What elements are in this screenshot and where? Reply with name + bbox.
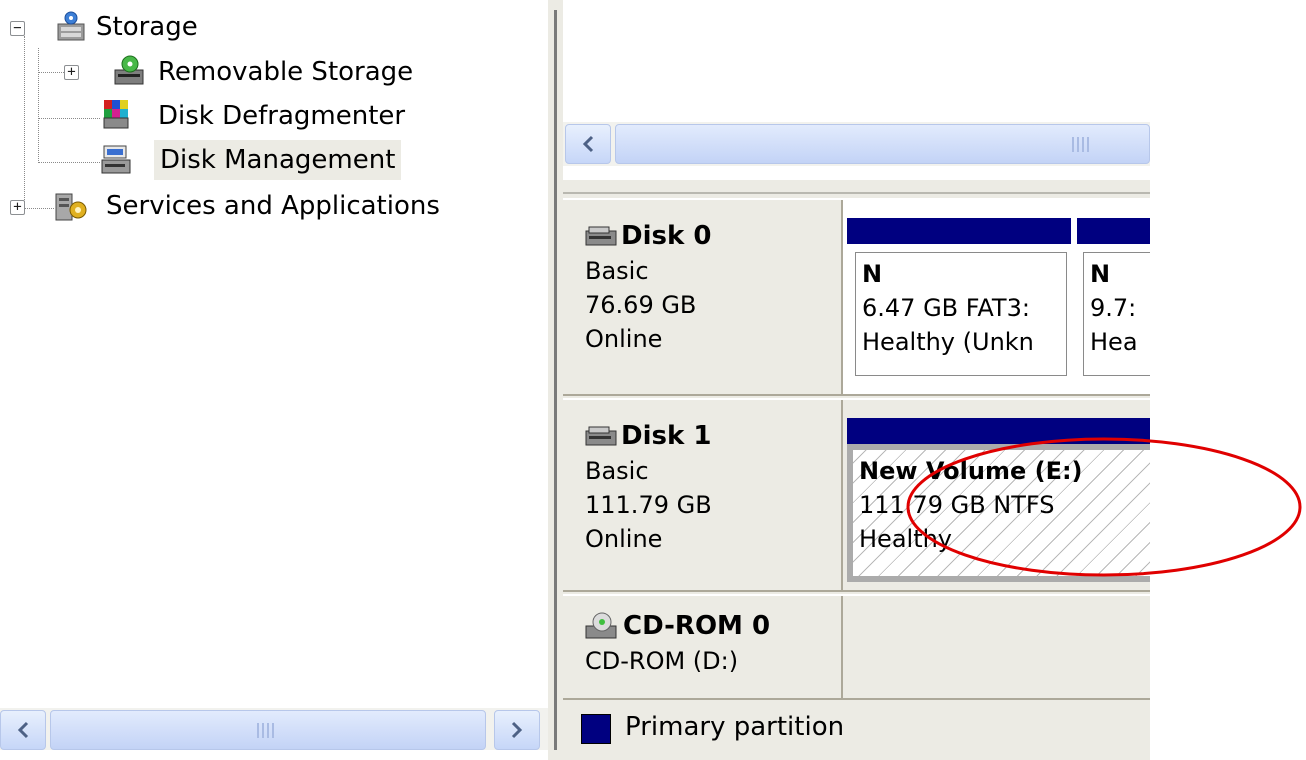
legend-label: Primary partition bbox=[625, 712, 845, 742]
partition-block-new-volume[interactable]: New Volume (E:) 111.79 GB NTFS Healthy bbox=[847, 444, 1150, 582]
partition-status: Hea bbox=[1090, 328, 1138, 356]
partition-bar bbox=[847, 218, 1071, 244]
storage-icon bbox=[57, 11, 85, 41]
chevron-left-icon bbox=[17, 721, 29, 739]
partition-label: New Volume (E:) bbox=[859, 457, 1083, 485]
partition-area bbox=[843, 596, 1150, 698]
partition-area: New Volume (E:) 111.79 GB NTFS Healthy bbox=[843, 400, 1150, 590]
disk-status: Online bbox=[585, 525, 663, 553]
defragmenter-icon bbox=[103, 100, 129, 129]
tree-scroll-right-button[interactable] bbox=[494, 710, 540, 750]
disk-info[interactable]: CD-ROM 0 CD-ROM (D:) bbox=[563, 596, 843, 698]
disk-size: 76.69 GB bbox=[585, 291, 697, 319]
tree-item-services-and-applications[interactable]: Services and Applications bbox=[100, 186, 446, 226]
disk-info[interactable]: Disk 1 Basic 111.79 GB Online bbox=[563, 400, 843, 590]
partition-size: 6.47 GB FAT3: bbox=[862, 294, 1030, 322]
partition-status: Healthy bbox=[859, 525, 953, 553]
partition-status: Healthy (Unkn bbox=[862, 328, 1034, 356]
legend: Primary partition bbox=[563, 700, 1150, 760]
partition-area: N 6.47 GB FAT3: Healthy (Unkn N 9.7: Hea bbox=[843, 200, 1150, 394]
partition-size: 9.7: bbox=[1090, 294, 1137, 322]
tree-item-storage[interactable]: Storage bbox=[90, 7, 204, 47]
removable-storage-expand-toggle[interactable]: + bbox=[64, 65, 79, 80]
disk-row-1[interactable]: Disk 1 Basic 111.79 GB Online New Volume… bbox=[563, 398, 1150, 592]
tree-scroll-left-button[interactable] bbox=[0, 710, 46, 750]
disk-type: Basic bbox=[585, 257, 649, 285]
console-tree: − Storage + Removable Storage Disk Defra… bbox=[0, 0, 548, 760]
partition-block[interactable]: N 6.47 GB FAT3: Healthy (Unkn bbox=[855, 252, 1067, 376]
volume-list-scroll-thumb[interactable] bbox=[615, 124, 1150, 164]
volume-list bbox=[563, 0, 1150, 180]
cd-drive-icon bbox=[585, 612, 617, 639]
partition-bar bbox=[1077, 218, 1150, 244]
hard-disk-icon bbox=[585, 426, 617, 446]
disk-name-label: Disk 1 bbox=[621, 421, 712, 451]
services-icon bbox=[55, 193, 87, 221]
disk-row-0[interactable]: Disk 0 Basic 76.69 GB Online N 6.47 GB F… bbox=[563, 198, 1150, 396]
services-expand-toggle[interactable]: + bbox=[10, 200, 25, 215]
tree-item-disk-management[interactable]: Disk Management bbox=[154, 140, 402, 180]
volume-list-scroll-left-button[interactable] bbox=[565, 124, 611, 164]
partition-label: N bbox=[1090, 260, 1111, 288]
disk-graph-view: Disk 0 Basic 76.69 GB Online N 6.47 GB F… bbox=[563, 194, 1150, 760]
disk-management-icon bbox=[101, 145, 131, 174]
partition-size: 111.79 GB NTFS bbox=[859, 491, 1055, 519]
disk-size: 111.79 GB bbox=[585, 491, 712, 519]
disk-info[interactable]: Disk 0 Basic 76.69 GB Online bbox=[563, 200, 843, 394]
disk-row-cdrom[interactable]: CD-ROM 0 CD-ROM (D:) bbox=[563, 594, 1150, 700]
disk-type: CD-ROM (D:) bbox=[585, 647, 739, 675]
disk-name-label: CD-ROM 0 bbox=[623, 611, 771, 641]
chevron-right-icon bbox=[511, 721, 523, 739]
disk-type: Basic bbox=[585, 457, 649, 485]
view-divider[interactable] bbox=[563, 180, 1150, 194]
partition-label: N bbox=[862, 260, 883, 288]
splitter-line bbox=[554, 10, 557, 750]
partition-block[interactable]: N 9.7: Hea bbox=[1083, 252, 1150, 376]
disk-name-label: Disk 0 bbox=[621, 221, 712, 251]
hard-disk-icon bbox=[585, 226, 617, 246]
partition-bar bbox=[847, 418, 1150, 444]
chevron-left-icon bbox=[582, 135, 594, 153]
tree-scroll-thumb[interactable] bbox=[50, 710, 486, 750]
removable-storage-icon bbox=[114, 55, 144, 85]
tree-item-removable-storage[interactable]: Removable Storage bbox=[152, 52, 419, 92]
primary-partition-swatch bbox=[581, 714, 611, 744]
disk-status: Online bbox=[585, 325, 663, 353]
tree-item-disk-defragmenter[interactable]: Disk Defragmenter bbox=[152, 96, 411, 136]
storage-collapse-toggle[interactable]: − bbox=[10, 21, 25, 36]
